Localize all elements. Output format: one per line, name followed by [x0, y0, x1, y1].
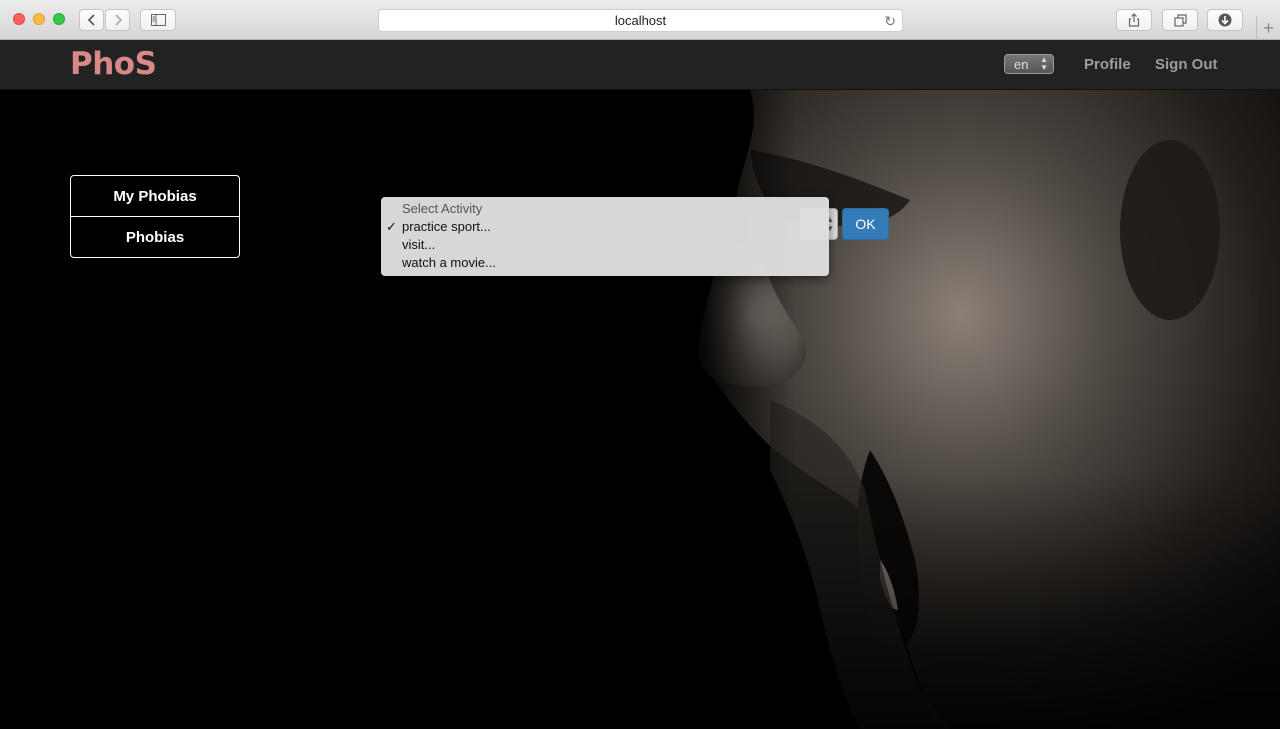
nav-sign-out-link[interactable]: Sign Out	[1155, 56, 1218, 73]
back-button[interactable]	[79, 9, 104, 31]
dropdown-option-watch-movie[interactable]: watch a movie...	[381, 254, 829, 272]
dropdown-option-placeholder[interactable]: Select Activity	[381, 200, 829, 218]
share-icon	[1128, 13, 1140, 27]
sidebar-item-phobias[interactable]: Phobias	[71, 216, 239, 257]
forward-button[interactable]	[105, 9, 130, 31]
ok-button[interactable]: OK	[842, 208, 889, 240]
chevron-right-icon	[114, 14, 122, 26]
updown-arrows-icon: ▲ ▼	[1040, 55, 1048, 72]
minimize-window-button[interactable]	[33, 13, 45, 25]
sidebar-item-my-phobias[interactable]: My Phobias	[71, 176, 239, 216]
browser-toolbar: localhost ↻ +	[0, 0, 1280, 40]
option-label: practice sport...	[402, 219, 491, 234]
tabs-button[interactable]	[1162, 9, 1198, 31]
activity-dropdown-menu: Select Activity ✓ practice sport... visi…	[381, 197, 829, 276]
sidebar-menu: My Phobias Phobias	[70, 175, 240, 258]
address-bar[interactable]: localhost ↻	[378, 9, 903, 32]
nav-profile-link[interactable]: Profile	[1084, 56, 1131, 73]
fullscreen-window-button[interactable]	[53, 13, 65, 25]
close-window-button[interactable]	[13, 13, 25, 25]
new-tab-button[interactable]: +	[1256, 16, 1280, 40]
downloads-button[interactable]	[1207, 9, 1243, 31]
url-text: localhost	[614, 13, 667, 28]
reload-icon[interactable]: ↻	[884, 13, 896, 30]
dropdown-option-practice-sport[interactable]: ✓ practice sport...	[381, 218, 829, 236]
dropdown-option-visit[interactable]: visit...	[381, 236, 829, 254]
tabs-icon	[1173, 13, 1187, 27]
plus-icon: +	[1263, 17, 1274, 38]
language-value: en	[1014, 56, 1029, 72]
app-navbar: PhoS en ▲ ▼ Profile Sign Out	[0, 40, 1280, 90]
brand-logo[interactable]: PhoS	[70, 46, 157, 82]
share-button[interactable]	[1116, 9, 1152, 31]
sidebar-toggle-button[interactable]	[140, 9, 176, 31]
checkmark-icon: ✓	[386, 219, 397, 234]
download-icon	[1218, 13, 1232, 27]
sidebar-icon	[150, 14, 166, 26]
language-select[interactable]: en ▲ ▼	[1004, 54, 1054, 74]
chevron-left-icon	[87, 14, 95, 26]
screaming-face-image	[690, 90, 1280, 729]
